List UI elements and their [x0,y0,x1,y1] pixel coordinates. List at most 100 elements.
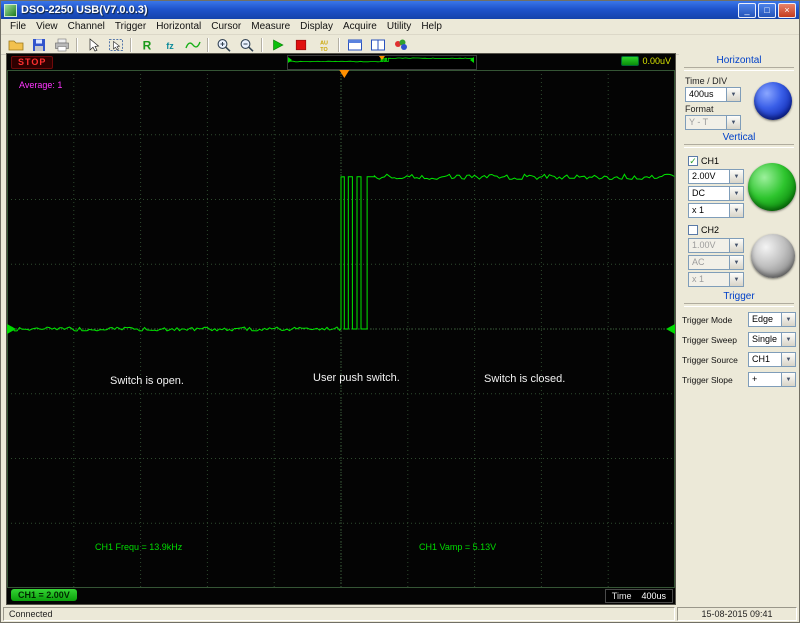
dropdown-arrow-icon[interactable]: ▼ [726,116,740,129]
window-split-button[interactable] [366,35,389,54]
trigger-group-title: Trigger [723,291,755,302]
timebase-badge: Time 400us [604,589,673,603]
time-div-select[interactable]: 400us ▼ [685,87,741,102]
waveform-plot [7,70,675,588]
cursor-button[interactable] [81,35,104,54]
ch1-probe-select[interactable]: x 1 ▼ [688,203,744,218]
zoom-out-button[interactable] [235,35,258,54]
ch2-checkbox[interactable] [688,224,698,235]
format-select[interactable]: Y - T ▼ [685,115,741,130]
trigger-mode-select[interactable]: Edge ▼ [748,312,796,327]
ch1-scale-badge: CH1 = 2.00V [11,589,77,601]
dropdown-arrow-icon[interactable]: ▼ [781,313,795,326]
trigger-mode-label: Trigger Mode [682,314,733,325]
ch1-coupling-select[interactable]: DC ▼ [688,186,744,201]
open-button[interactable] [4,35,27,54]
scope-display: STOP 0.00uV Average: 1 Switch is open. U… [6,53,676,605]
menu-channel[interactable]: Channel [63,20,110,33]
window-layout-button[interactable] [343,35,366,54]
dropdown-arrow-icon[interactable]: ▼ [729,256,743,269]
time-div-label: Time / DIV [685,76,728,86]
color-palette-button[interactable] [389,35,412,54]
average-label: Average: 1 [19,80,63,90]
autoset-button[interactable]: R [135,35,158,54]
toolbar-separator [338,37,340,52]
toolbar-separator [207,37,209,52]
trigger-row: Trigger Sweep Single ▼ [682,332,796,347]
scope-bottom-strip: CH1 = 2.00V Time 400us [7,588,675,604]
ch2-coupling-select[interactable]: AC ▼ [688,255,744,270]
menu-utility[interactable]: Utility [382,20,416,33]
menu-file[interactable]: File [5,20,31,33]
menu-measure[interactable]: Measure [246,20,295,33]
zoom-select-button[interactable] [104,35,127,54]
trigger-row: Trigger Mode Edge ▼ [682,312,796,327]
ch2-position-knob[interactable] [751,234,795,278]
control-panel: Horizontal Time / DIV 400us ▼ Format Y -… [679,53,799,605]
ch2-volt-select[interactable]: 1.00V ▼ [688,238,744,253]
menu-view[interactable]: View [31,20,63,33]
annotation-switch-open: Switch is open. [110,375,184,387]
annotation-switch-closed: Switch is closed. [484,373,566,385]
svg-text:AU: AU [320,40,328,46]
run-state-badge: STOP [11,56,54,69]
title-bar[interactable]: DSO-2250 USB(V7.0.0.3) _ □ × [1,1,799,19]
close-button[interactable]: × [778,2,796,18]
svg-text:R: R [142,38,151,52]
ch1-position-knob[interactable] [748,163,796,211]
print-button[interactable] [50,35,73,54]
horizontal-position-knob[interactable] [754,82,792,120]
app-icon [4,3,17,17]
trigger-source-label: Trigger Source [682,354,738,365]
minimize-button[interactable]: _ [738,2,756,18]
waveform-button[interactable] [181,35,204,54]
annotation-push-switch: User push switch. [313,372,400,384]
math-fft-button[interactable]: fz [158,35,181,54]
dropdown-arrow-icon[interactable]: ▼ [729,170,743,183]
dropdown-arrow-icon[interactable]: ▼ [781,373,795,386]
maximize-button[interactable]: □ [758,2,776,18]
menu-horizontal[interactable]: Horizontal [151,20,206,33]
dropdown-arrow-icon[interactable]: ▼ [781,353,795,366]
trigger-row: Trigger Source CH1 ▼ [682,352,796,367]
trigger-slope-select[interactable]: + ▼ [748,372,796,387]
dropdown-arrow-icon[interactable]: ▼ [729,239,743,252]
save-button[interactable] [27,35,50,54]
ch1-volt-select[interactable]: 2.00V ▼ [688,169,744,184]
dropdown-arrow-icon[interactable]: ▼ [729,204,743,217]
auto-scale-button[interactable]: AU TO [312,35,335,54]
run-button[interactable] [266,35,289,54]
menu-help[interactable]: Help [416,20,447,33]
menu-bar: File View Channel Trigger Horizontal Cursor Me… [1,19,799,35]
toolbar-separator [130,37,132,52]
vertical-group: Vertical ✓ CH1 2.00V ▼ DC ▼ x 1 ▼ CH2 1.… [682,132,796,289]
menu-display[interactable]: Display [295,20,338,33]
trigger-level-marker[interactable] [666,324,675,334]
toolbar: Rfz AU TO [1,35,799,55]
stop-button[interactable] [289,35,312,54]
dropdown-arrow-icon[interactable]: ▼ [726,88,740,101]
app-window: DSO-2250 USB(V7.0.0.3) _ □ × File View Cha… [0,0,800,623]
measurement-frequency: CH1 Frequ = 13.9kHz [95,542,183,552]
trigger-level-value: 0.00uV [642,56,671,66]
trigger-source-select[interactable]: CH1 ▼ [748,352,796,367]
preview-left-marker[interactable] [288,57,292,63]
ch1-position-marker[interactable] [7,324,16,334]
record-preview[interactable] [287,55,477,70]
connection-status: Connected [3,607,675,621]
scope-top-strip: STOP 0.00uV [7,54,675,70]
horizontal-group: Horizontal Time / DIV 400us ▼ Format Y -… [682,55,796,130]
trigger-sweep-select[interactable]: Single ▼ [748,332,796,347]
ch2-probe-select[interactable]: x 1 ▼ [688,272,744,287]
dropdown-arrow-icon[interactable]: ▼ [729,187,743,200]
menu-cursor[interactable]: Cursor [206,20,246,33]
svg-text:TO: TO [320,46,327,51]
dropdown-arrow-icon[interactable]: ▼ [729,273,743,286]
time-value: 400us [641,591,666,601]
dropdown-arrow-icon[interactable]: ▼ [781,333,795,346]
menu-acquire[interactable]: Acquire [338,20,382,33]
menu-trigger[interactable]: Trigger [110,20,151,33]
ch1-checkbox[interactable]: ✓ [688,155,698,166]
zoom-in-button[interactable] [212,35,235,54]
vertical-group-title: Vertical [722,132,756,143]
